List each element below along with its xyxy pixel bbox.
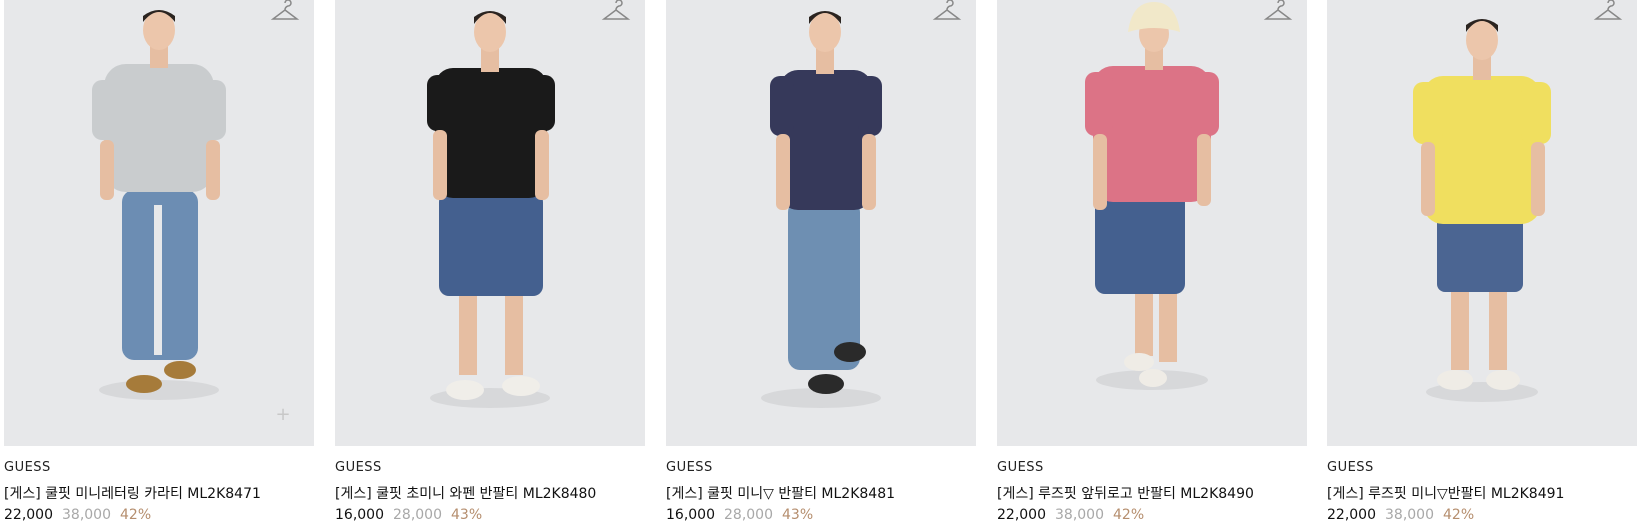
- brand-name: GUESS: [335, 460, 382, 475]
- product-name[interactable]: [게스] 쿨핏 초미니 와펜 반팔티 ML2K8480: [335, 483, 645, 502]
- sale-price: 16,000: [666, 507, 715, 523]
- original-price: 38,000: [1055, 507, 1104, 523]
- price-row: 22,000 38,000 42%: [997, 507, 1307, 523]
- model-photo: [1413, 19, 1551, 402]
- discount-rate: 43%: [782, 507, 814, 523]
- product-name[interactable]: [게스] 쿨핏 미니▽ 반팔티 ML2K8481: [666, 483, 976, 502]
- hanger-icon[interactable]: [270, 0, 300, 24]
- product-image[interactable]: +: [4, 0, 314, 446]
- discount-rate: 42%: [120, 507, 152, 523]
- original-price: 28,000: [724, 507, 773, 523]
- brand-name: GUESS: [4, 460, 51, 475]
- product-card[interactable]: GUESS [게스] 쿨핏 초미니 와펜 반팔티 ML2K8480 16,000…: [335, 0, 645, 523]
- product-card[interactable]: GUESS [게스] 루즈핏 앞뒤로고 반팔티 ML2K8490 22,000 3…: [997, 0, 1307, 523]
- hanger-icon[interactable]: [1593, 0, 1623, 24]
- hanger-icon[interactable]: [1263, 0, 1293, 24]
- product-grid: + GUESS [게스] 쿨핏 미니레터링 카라티 ML2K8471 22,00…: [0, 0, 1638, 530]
- product-image[interactable]: [1327, 0, 1637, 446]
- hanger-icon[interactable]: [601, 0, 631, 24]
- sale-price: 22,000: [997, 507, 1046, 523]
- product-image[interactable]: [666, 0, 976, 446]
- model-photo: [1085, 2, 1219, 390]
- brand-name: GUESS: [666, 460, 713, 475]
- original-price: 28,000: [393, 507, 442, 523]
- sale-price: 16,000: [335, 507, 384, 523]
- price-row: 16,000 28,000 43%: [666, 507, 976, 523]
- discount-rate: 43%: [451, 507, 483, 523]
- product-name[interactable]: [게스] 루즈핏 미니▽반팔티 ML2K8491: [1327, 483, 1637, 502]
- original-price: 38,000: [1385, 507, 1434, 523]
- product-card[interactable]: GUESS [게스] 쿨핏 미니▽ 반팔티 ML2K8481 16,000 28,…: [666, 0, 976, 523]
- sale-price: 22,000: [4, 507, 53, 523]
- hanger-icon[interactable]: [932, 0, 962, 24]
- product-name[interactable]: [게스] 루즈핏 앞뒤로고 반팔티 ML2K8490: [997, 483, 1307, 502]
- discount-rate: 42%: [1443, 507, 1475, 523]
- price-row: 22,000 38,000 42%: [4, 507, 314, 523]
- product-card[interactable]: GUESS [게스] 루즈핏 미니▽반팔티 ML2K8491 22,000 38,…: [1327, 0, 1637, 523]
- price-row: 16,000 28,000 43%: [335, 507, 645, 523]
- product-image[interactable]: [335, 0, 645, 446]
- product-card[interactable]: + GUESS [게스] 쿨핏 미니레터링 카라티 ML2K8471 22,00…: [4, 0, 314, 523]
- product-image[interactable]: [997, 0, 1307, 446]
- sale-price: 22,000: [1327, 507, 1376, 523]
- model-photo: [761, 11, 882, 408]
- price-row: 22,000 38,000 42%: [1327, 507, 1637, 523]
- original-price: 38,000: [62, 507, 111, 523]
- product-name[interactable]: [게스] 쿨핏 미니레터링 카라티 ML2K8471: [4, 483, 314, 502]
- plus-icon[interactable]: +: [274, 406, 292, 424]
- model-photo: [92, 10, 226, 400]
- discount-rate: 42%: [1113, 507, 1145, 523]
- model-photo: [427, 11, 555, 408]
- brand-name: GUESS: [1327, 460, 1374, 475]
- brand-name: GUESS: [997, 460, 1044, 475]
